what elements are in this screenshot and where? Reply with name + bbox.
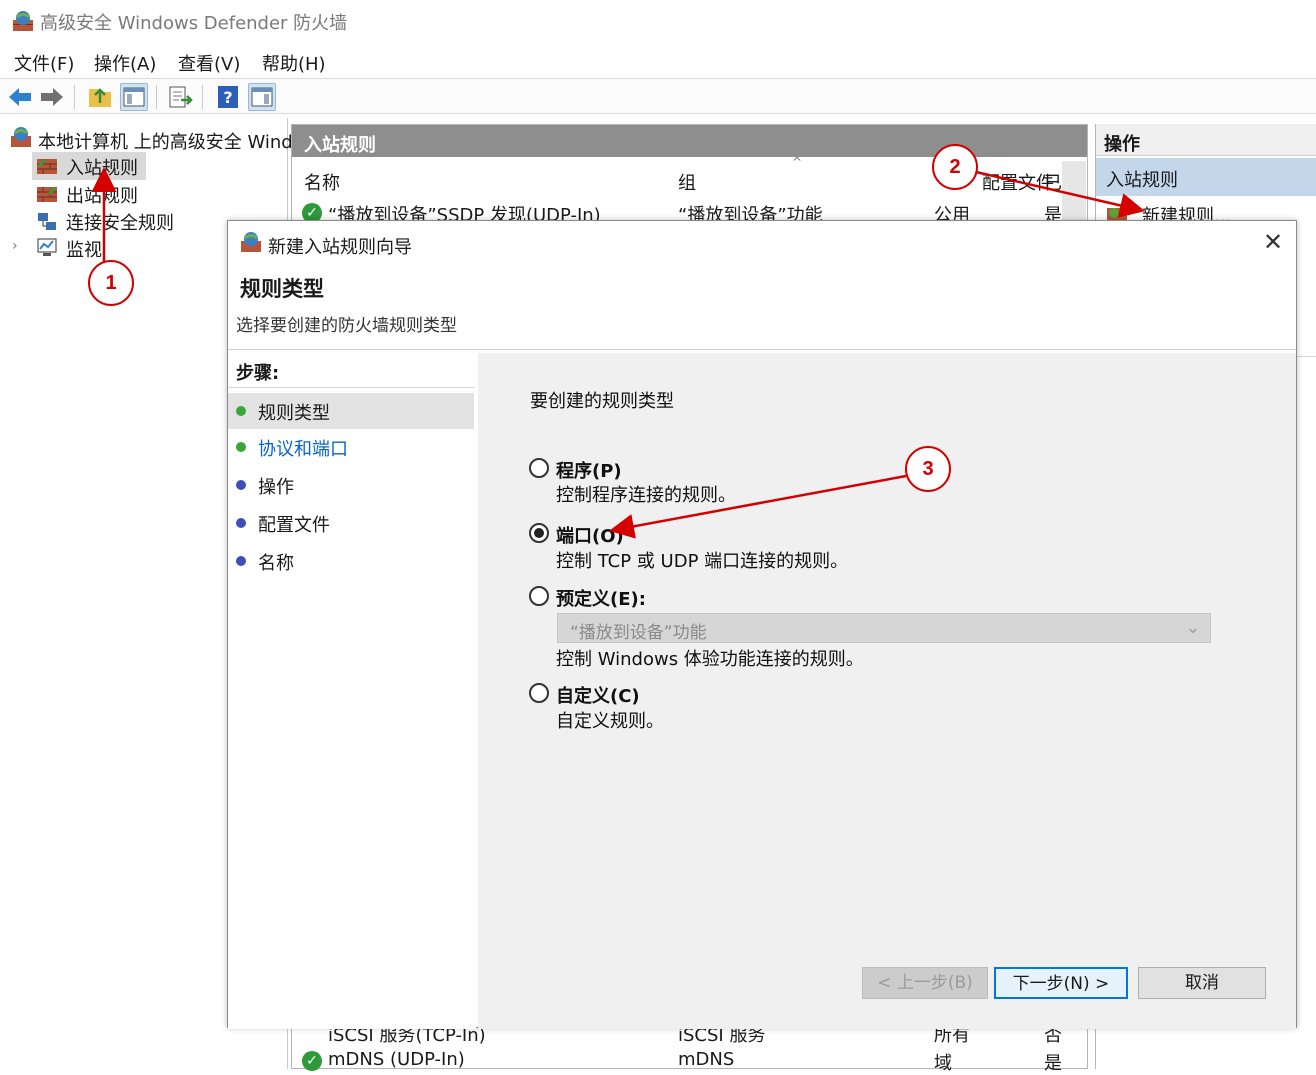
annotation-marker-3: 3 bbox=[905, 446, 951, 492]
annotation-marker-1: 1 bbox=[88, 260, 134, 306]
annotation-marker-2: 2 bbox=[932, 144, 978, 190]
annotation-arrows bbox=[91, 167, 1145, 539]
